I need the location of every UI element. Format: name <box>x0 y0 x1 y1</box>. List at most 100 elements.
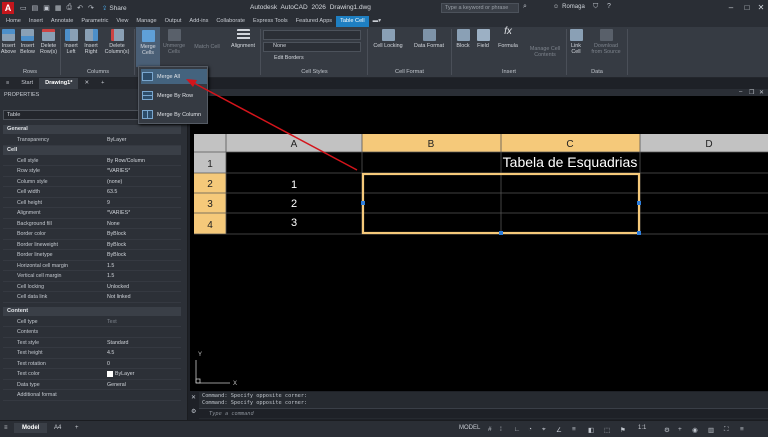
alignment-button[interactable]: Alignment <box>227 29 259 49</box>
property-row[interactable]: Data type General <box>3 380 181 391</box>
property-row[interactable]: Contents <box>3 327 181 338</box>
data-format-button[interactable]: Data Format <box>410 29 448 49</box>
user-account[interactable]: ☺ Romaga <box>553 4 585 10</box>
insert-left-button[interactable]: Insert Left <box>62 29 80 55</box>
ribbon-tab-express-tools[interactable]: Express Tools <box>249 16 292 27</box>
property-value[interactable]: ByBlock <box>107 240 126 251</box>
property-value[interactable]: By Row/Column <box>107 156 145 167</box>
ribbon-tab-table-cell[interactable]: Table Cell <box>336 16 369 27</box>
property-row[interactable]: Additional format <box>3 390 181 401</box>
ribbon-tab-annotate[interactable]: Annotate <box>47 16 77 27</box>
property-value[interactable]: ByLayer <box>115 369 134 380</box>
tab-drawing1[interactable]: Drawing1* <box>39 78 79 89</box>
property-value[interactable]: Text <box>107 317 117 328</box>
viewport-minimize-icon[interactable]: – <box>739 89 742 95</box>
ribbon-tab-output[interactable]: Output <box>161 16 186 27</box>
property-row[interactable]: Text style Standard <box>3 338 181 349</box>
property-row[interactable]: Cell style By Row/Column <box>3 156 181 167</box>
edit-borders-button[interactable]: Edit Borders <box>264 55 324 61</box>
print-icon[interactable]: ⎙ <box>67 4 73 12</box>
col-header-d-bg[interactable] <box>640 134 768 152</box>
property-row[interactable]: Border linetype ByBlock <box>3 250 181 261</box>
match-cell-button[interactable]: Match Cell <box>190 44 224 50</box>
cell-a4[interactable]: 3 <box>291 217 297 229</box>
field-button[interactable]: Field <box>474 29 492 49</box>
app-logo-icon[interactable]: A <box>2 2 14 14</box>
help-icon[interactable]: ? <box>607 3 611 10</box>
property-value[interactable]: ByLayer <box>107 135 126 146</box>
property-row[interactable]: Text rotation 0 <box>3 359 181 369</box>
insert-below-button[interactable]: Insert Below <box>18 29 37 55</box>
merge-by-row-option[interactable]: Merge By Row <box>141 88 207 103</box>
section-content[interactable]: Content <box>3 306 181 316</box>
undo-icon[interactable]: ↶ <box>77 4 83 12</box>
annotation-icon[interactable]: ⚑ <box>620 426 626 434</box>
viewport-restore-icon[interactable]: ❐ <box>749 89 754 96</box>
grid-icon[interactable]: # <box>488 426 492 433</box>
tab-start[interactable]: Start <box>15 78 39 89</box>
ribbon-tab-parametric[interactable]: Parametric <box>77 16 112 27</box>
property-row[interactable]: Background fill None <box>3 219 181 230</box>
osnap-icon[interactable]: ⌖ <box>542 426 546 434</box>
property-value[interactable]: ByBlock <box>107 250 126 261</box>
property-row[interactable]: Cell type Text <box>3 317 181 328</box>
section-general[interactable]: General <box>3 125 181 134</box>
settings-icon[interactable]: ⚙ <box>664 426 670 434</box>
tab-model[interactable]: Model <box>14 423 48 433</box>
ribbon-options-icon[interactable]: ▬▾ <box>369 16 385 27</box>
new-tab-icon[interactable]: + <box>95 78 110 89</box>
polar-icon[interactable]: ◔ <box>528 426 532 433</box>
cart-icon[interactable]: ⛉ <box>593 3 598 11</box>
property-value[interactable]: 63.5 <box>107 187 117 198</box>
cell-style-select[interactable] <box>263 30 361 40</box>
property-row[interactable]: Vertical cell margin 1.5 <box>3 271 181 282</box>
property-row[interactable]: Column style (none) <box>3 177 181 188</box>
plus-icon[interactable]: + <box>678 426 682 433</box>
layout-menu-icon[interactable]: ≡ <box>4 425 8 431</box>
isolate-icon[interactable]: ◉ <box>692 426 698 434</box>
ribbon-tab-manage[interactable]: Manage <box>132 16 160 27</box>
menu-icon[interactable]: ≡ <box>0 78 15 89</box>
property-value[interactable]: Not linked <box>107 292 131 303</box>
property-row[interactable]: Row style *VARIES* <box>3 166 181 177</box>
property-row[interactable]: Border color ByBlock <box>3 229 181 240</box>
drawing-canvas[interactable]: A B C D 1 2 3 4 Tabela de Esquadrias 1 2… <box>190 96 768 391</box>
property-row[interactable]: Border lineweight ByBlock <box>3 240 181 251</box>
merge-by-column-option[interactable]: Merge By Column <box>141 107 207 122</box>
section-cell[interactable]: Cell <box>3 145 181 155</box>
property-row[interactable]: Alignment *VARIES* <box>3 208 181 219</box>
save-as-icon[interactable]: ▦ <box>55 4 62 12</box>
property-value[interactable]: 9 <box>107 198 110 209</box>
table-drawing[interactable]: A B C D 1 2 3 4 Tabela de Esquadrias 1 2… <box>190 96 768 391</box>
property-value[interactable]: Standard <box>107 338 129 349</box>
property-row[interactable]: Text color ByLayer <box>3 369 181 380</box>
ortho-icon[interactable]: ∟ <box>514 426 520 433</box>
maximize-icon[interactable]: □ <box>742 3 752 13</box>
ribbon-tab-insert[interactable]: Insert <box>25 16 47 27</box>
clean-screen-icon[interactable]: ⛶ <box>724 426 729 434</box>
model-space-toggle[interactable]: MODEL <box>459 425 480 431</box>
customize-icon[interactable]: ≡ <box>740 426 744 433</box>
ribbon-tab-view[interactable]: View <box>112 16 132 27</box>
scale-select[interactable]: 1:1 <box>638 425 646 431</box>
manage-cell-contents-button[interactable]: Manage Cell Contents <box>525 46 565 58</box>
tab-a4[interactable]: A4 <box>54 425 61 431</box>
unmerge-cells-button[interactable]: Unmerge Cells <box>161 29 187 55</box>
ribbon-tab-add-ins[interactable]: Add-ins <box>185 16 212 27</box>
property-row[interactable]: Cell height 9 <box>3 198 181 209</box>
hardware-icon[interactable]: ▥ <box>708 426 714 434</box>
open-icon[interactable]: ▤ <box>32 4 39 12</box>
property-value[interactable]: *VARIES* <box>107 166 130 177</box>
property-value[interactable]: 4.5 <box>107 348 114 359</box>
property-value[interactable]: (none) <box>107 177 122 188</box>
property-row[interactable]: Cell data link Not linked <box>3 292 181 303</box>
property-value[interactable]: ByBlock <box>107 229 126 240</box>
close-icon[interactable]: ✕ <box>756 3 766 13</box>
ribbon-tab-featured-apps[interactable]: Featured Apps <box>292 16 336 27</box>
property-value[interactable]: *VARIES* <box>107 208 130 219</box>
property-value[interactable]: General <box>107 380 126 391</box>
command-close-icon[interactable]: ✕ <box>191 394 196 401</box>
lineweight-icon[interactable]: ≡ <box>572 426 576 433</box>
border-select[interactable]: None <box>263 42 323 52</box>
property-value[interactable]: None <box>107 219 120 230</box>
